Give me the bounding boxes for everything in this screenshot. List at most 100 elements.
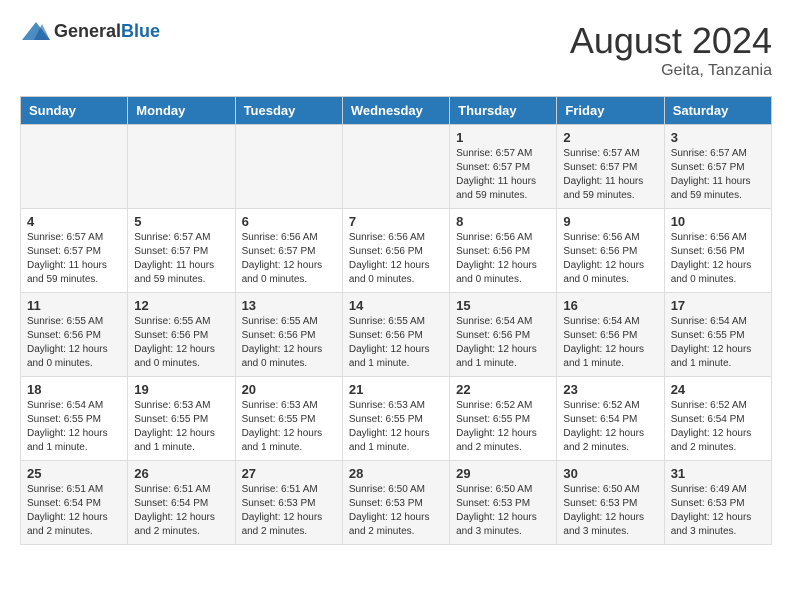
logo-general: General [54, 21, 121, 41]
day-number: 3 [671, 130, 765, 145]
day-number: 20 [242, 382, 336, 397]
day-info: Sunrise: 6:55 AM Sunset: 6:56 PM Dayligh… [134, 315, 228, 371]
day-number: 7 [349, 214, 443, 229]
day-number: 15 [456, 298, 550, 313]
weekday-header: Wednesday [342, 97, 449, 125]
day-number: 17 [671, 298, 765, 313]
day-info: Sunrise: 6:55 AM Sunset: 6:56 PM Dayligh… [27, 315, 121, 371]
day-number: 25 [27, 466, 121, 481]
calendar-cell: 16 Sunrise: 6:54 AM Sunset: 6:56 PM Dayli… [557, 293, 664, 377]
page-header: GeneralBlue August 2024 Geita, Tanzania [20, 20, 772, 80]
calendar-cell: 26Sunrise: 6:51 AM Sunset: 6:54 PM Dayli… [128, 461, 235, 545]
calendar-cell: 11 Sunrise: 6:55 AM Sunset: 6:56 PM Dayli… [21, 293, 128, 377]
weekday-header: Thursday [450, 97, 557, 125]
calendar-cell: 12 Sunrise: 6:55 AM Sunset: 6:56 PM Dayli… [128, 293, 235, 377]
calendar-cell: 1Sunrise: 6:57 AM Sunset: 6:57 PM Daylig… [450, 125, 557, 209]
calendar-cell: 27 Sunrise: 6:51 AM Sunset: 6:53 PM Dayli… [235, 461, 342, 545]
day-info: Sunrise: 6:54 AM Sunset: 6:55 PM Dayligh… [671, 315, 765, 371]
day-info: Sunrise: 6:52 AM Sunset: 6:55 PM Dayligh… [456, 399, 550, 455]
calendar-cell: 6 Sunrise: 6:56 AM Sunset: 6:57 PM Daylig… [235, 209, 342, 293]
day-info: Sunrise: 6:54 AM Sunset: 6:56 PM Dayligh… [563, 315, 657, 371]
title-area: August 2024 Geita, Tanzania [570, 20, 772, 80]
day-info: Sunrise: 6:53 AM Sunset: 6:55 PM Dayligh… [242, 399, 336, 455]
calendar-cell: 25Sunrise: 6:51 AM Sunset: 6:54 PM Dayli… [21, 461, 128, 545]
logo: GeneralBlue [20, 20, 160, 42]
calendar-week-row: 18Sunrise: 6:54 AM Sunset: 6:55 PM Dayli… [21, 377, 772, 461]
day-info: Sunrise: 6:49 AM Sunset: 6:53 PM Dayligh… [671, 483, 765, 539]
day-info: Sunrise: 6:57 AM Sunset: 6:57 PM Dayligh… [563, 147, 657, 203]
calendar-cell: 4 Sunrise: 6:57 AM Sunset: 6:57 PM Daylig… [21, 209, 128, 293]
day-number: 29 [456, 466, 550, 481]
day-info: Sunrise: 6:56 AM Sunset: 6:56 PM Dayligh… [456, 231, 550, 287]
calendar-week-row: 25 Sunrise: 6:51 AM Sunset: 6:54 PM Dayli… [21, 461, 772, 545]
day-info: Sunrise: 6:57 AM Sunset: 6:57 PM Dayligh… [134, 231, 228, 287]
location-title: Geita, Tanzania [570, 62, 772, 80]
day-number: 30 [563, 466, 657, 481]
calendar-week-row: 11 Sunrise: 6:55 AM Sunset: 6:56 PM Dayli… [21, 293, 772, 377]
day-number: 23 [563, 382, 657, 397]
calendar-cell: 18Sunrise: 6:54 AM Sunset: 6:55 PM Dayli… [21, 377, 128, 461]
calendar-cell [235, 125, 342, 209]
month-title: August 2024 [570, 20, 772, 62]
calendar-cell: 15 Sunrise: 6:54 AM Sunset: 6:56 PM Dayli… [450, 293, 557, 377]
day-number: 8 [456, 214, 550, 229]
day-number: 16 [563, 298, 657, 313]
day-number: 12 [134, 298, 228, 313]
calendar-cell [21, 125, 128, 209]
calendar-cell: 17 Sunrise: 6:54 AM Sunset: 6:55 PM Dayli… [664, 293, 771, 377]
logo-blue: Blue [121, 21, 160, 41]
day-number: 6 [242, 214, 336, 229]
logo-icon [22, 20, 50, 42]
day-info: Sunrise: 6:51 AM Sunset: 6:53 PM Dayligh… [242, 483, 336, 539]
calendar-cell: 29Sunrise: 6:50 AM Sunset: 6:53 PM Dayli… [450, 461, 557, 545]
weekday-header: Sunday [21, 97, 128, 125]
day-info: Sunrise: 6:53 AM Sunset: 6:55 PM Dayligh… [134, 399, 228, 455]
day-number: 22 [456, 382, 550, 397]
day-number: 28 [349, 466, 443, 481]
day-number: 11 [27, 298, 121, 313]
day-number: 27 [242, 466, 336, 481]
calendar-cell: 9Sunrise: 6:56 AM Sunset: 6:56 PM Daylig… [557, 209, 664, 293]
day-info: Sunrise: 6:56 AM Sunset: 6:57 PM Dayligh… [242, 231, 336, 287]
day-info: Sunrise: 6:56 AM Sunset: 6:56 PM Dayligh… [671, 231, 765, 287]
calendar-cell: 13Sunrise: 6:55 AM Sunset: 6:56 PM Dayli… [235, 293, 342, 377]
calendar-cell: 20 Sunrise: 6:53 AM Sunset: 6:55 PM Dayli… [235, 377, 342, 461]
day-info: Sunrise: 6:55 AM Sunset: 6:56 PM Dayligh… [242, 315, 336, 371]
calendar-cell: 21 Sunrise: 6:53 AM Sunset: 6:55 PM Dayli… [342, 377, 449, 461]
calendar-week-row: 1 Sunrise: 6:57 AM Sunset: 6:57 PM Daylig… [21, 125, 772, 209]
day-info: Sunrise: 6:57 AM Sunset: 6:57 PM Dayligh… [671, 147, 765, 203]
day-number: 21 [349, 382, 443, 397]
calendar-cell: 10 Sunrise: 6:56 AM Sunset: 6:56 PM Dayli… [664, 209, 771, 293]
calendar-cell: 14 Sunrise: 6:55 AM Sunset: 6:56 PM Dayli… [342, 293, 449, 377]
calendar-table: SundayMondayTuesdayWednesdayThursdayFrid… [20, 96, 772, 545]
calendar-cell [128, 125, 235, 209]
weekday-header: Friday [557, 97, 664, 125]
weekday-header: Saturday [664, 97, 771, 125]
day-info: Sunrise: 6:54 AM Sunset: 6:56 PM Dayligh… [456, 315, 550, 371]
day-number: 31 [671, 466, 765, 481]
day-info: Sunrise: 6:53 AM Sunset: 6:55 PM Dayligh… [349, 399, 443, 455]
calendar-cell: 30 Sunrise: 6:50 AM Sunset: 6:53 PM Dayli… [557, 461, 664, 545]
day-number: 1 [456, 130, 550, 145]
day-number: 24 [671, 382, 765, 397]
calendar-cell: 22 Sunrise: 6:52 AM Sunset: 6:55 PM Dayli… [450, 377, 557, 461]
calendar-week-row: 4 Sunrise: 6:57 AM Sunset: 6:57 PM Daylig… [21, 209, 772, 293]
calendar-cell: 2 Sunrise: 6:57 AM Sunset: 6:57 PM Daylig… [557, 125, 664, 209]
day-number: 2 [563, 130, 657, 145]
calendar-cell [342, 125, 449, 209]
day-info: Sunrise: 6:52 AM Sunset: 6:54 PM Dayligh… [563, 399, 657, 455]
day-info: Sunrise: 6:57 AM Sunset: 6:57 PM Dayligh… [27, 231, 121, 287]
day-number: 14 [349, 298, 443, 313]
day-info: Sunrise: 6:50 AM Sunset: 6:53 PM Dayligh… [563, 483, 657, 539]
day-info: Sunrise: 6:55 AM Sunset: 6:56 PM Dayligh… [349, 315, 443, 371]
day-info: Sunrise: 6:52 AM Sunset: 6:54 PM Dayligh… [671, 399, 765, 455]
day-info: Sunrise: 6:54 AM Sunset: 6:55 PM Dayligh… [27, 399, 121, 455]
day-number: 10 [671, 214, 765, 229]
calendar-cell: 31 Sunrise: 6:49 AM Sunset: 6:53 PM Dayli… [664, 461, 771, 545]
day-info: Sunrise: 6:51 AM Sunset: 6:54 PM Dayligh… [134, 483, 228, 539]
day-info: Sunrise: 6:56 AM Sunset: 6:56 PM Dayligh… [563, 231, 657, 287]
day-info: Sunrise: 6:56 AM Sunset: 6:56 PM Dayligh… [349, 231, 443, 287]
calendar-cell: 3 Sunrise: 6:57 AM Sunset: 6:57 PM Daylig… [664, 125, 771, 209]
weekday-header: Monday [128, 97, 235, 125]
day-number: 4 [27, 214, 121, 229]
